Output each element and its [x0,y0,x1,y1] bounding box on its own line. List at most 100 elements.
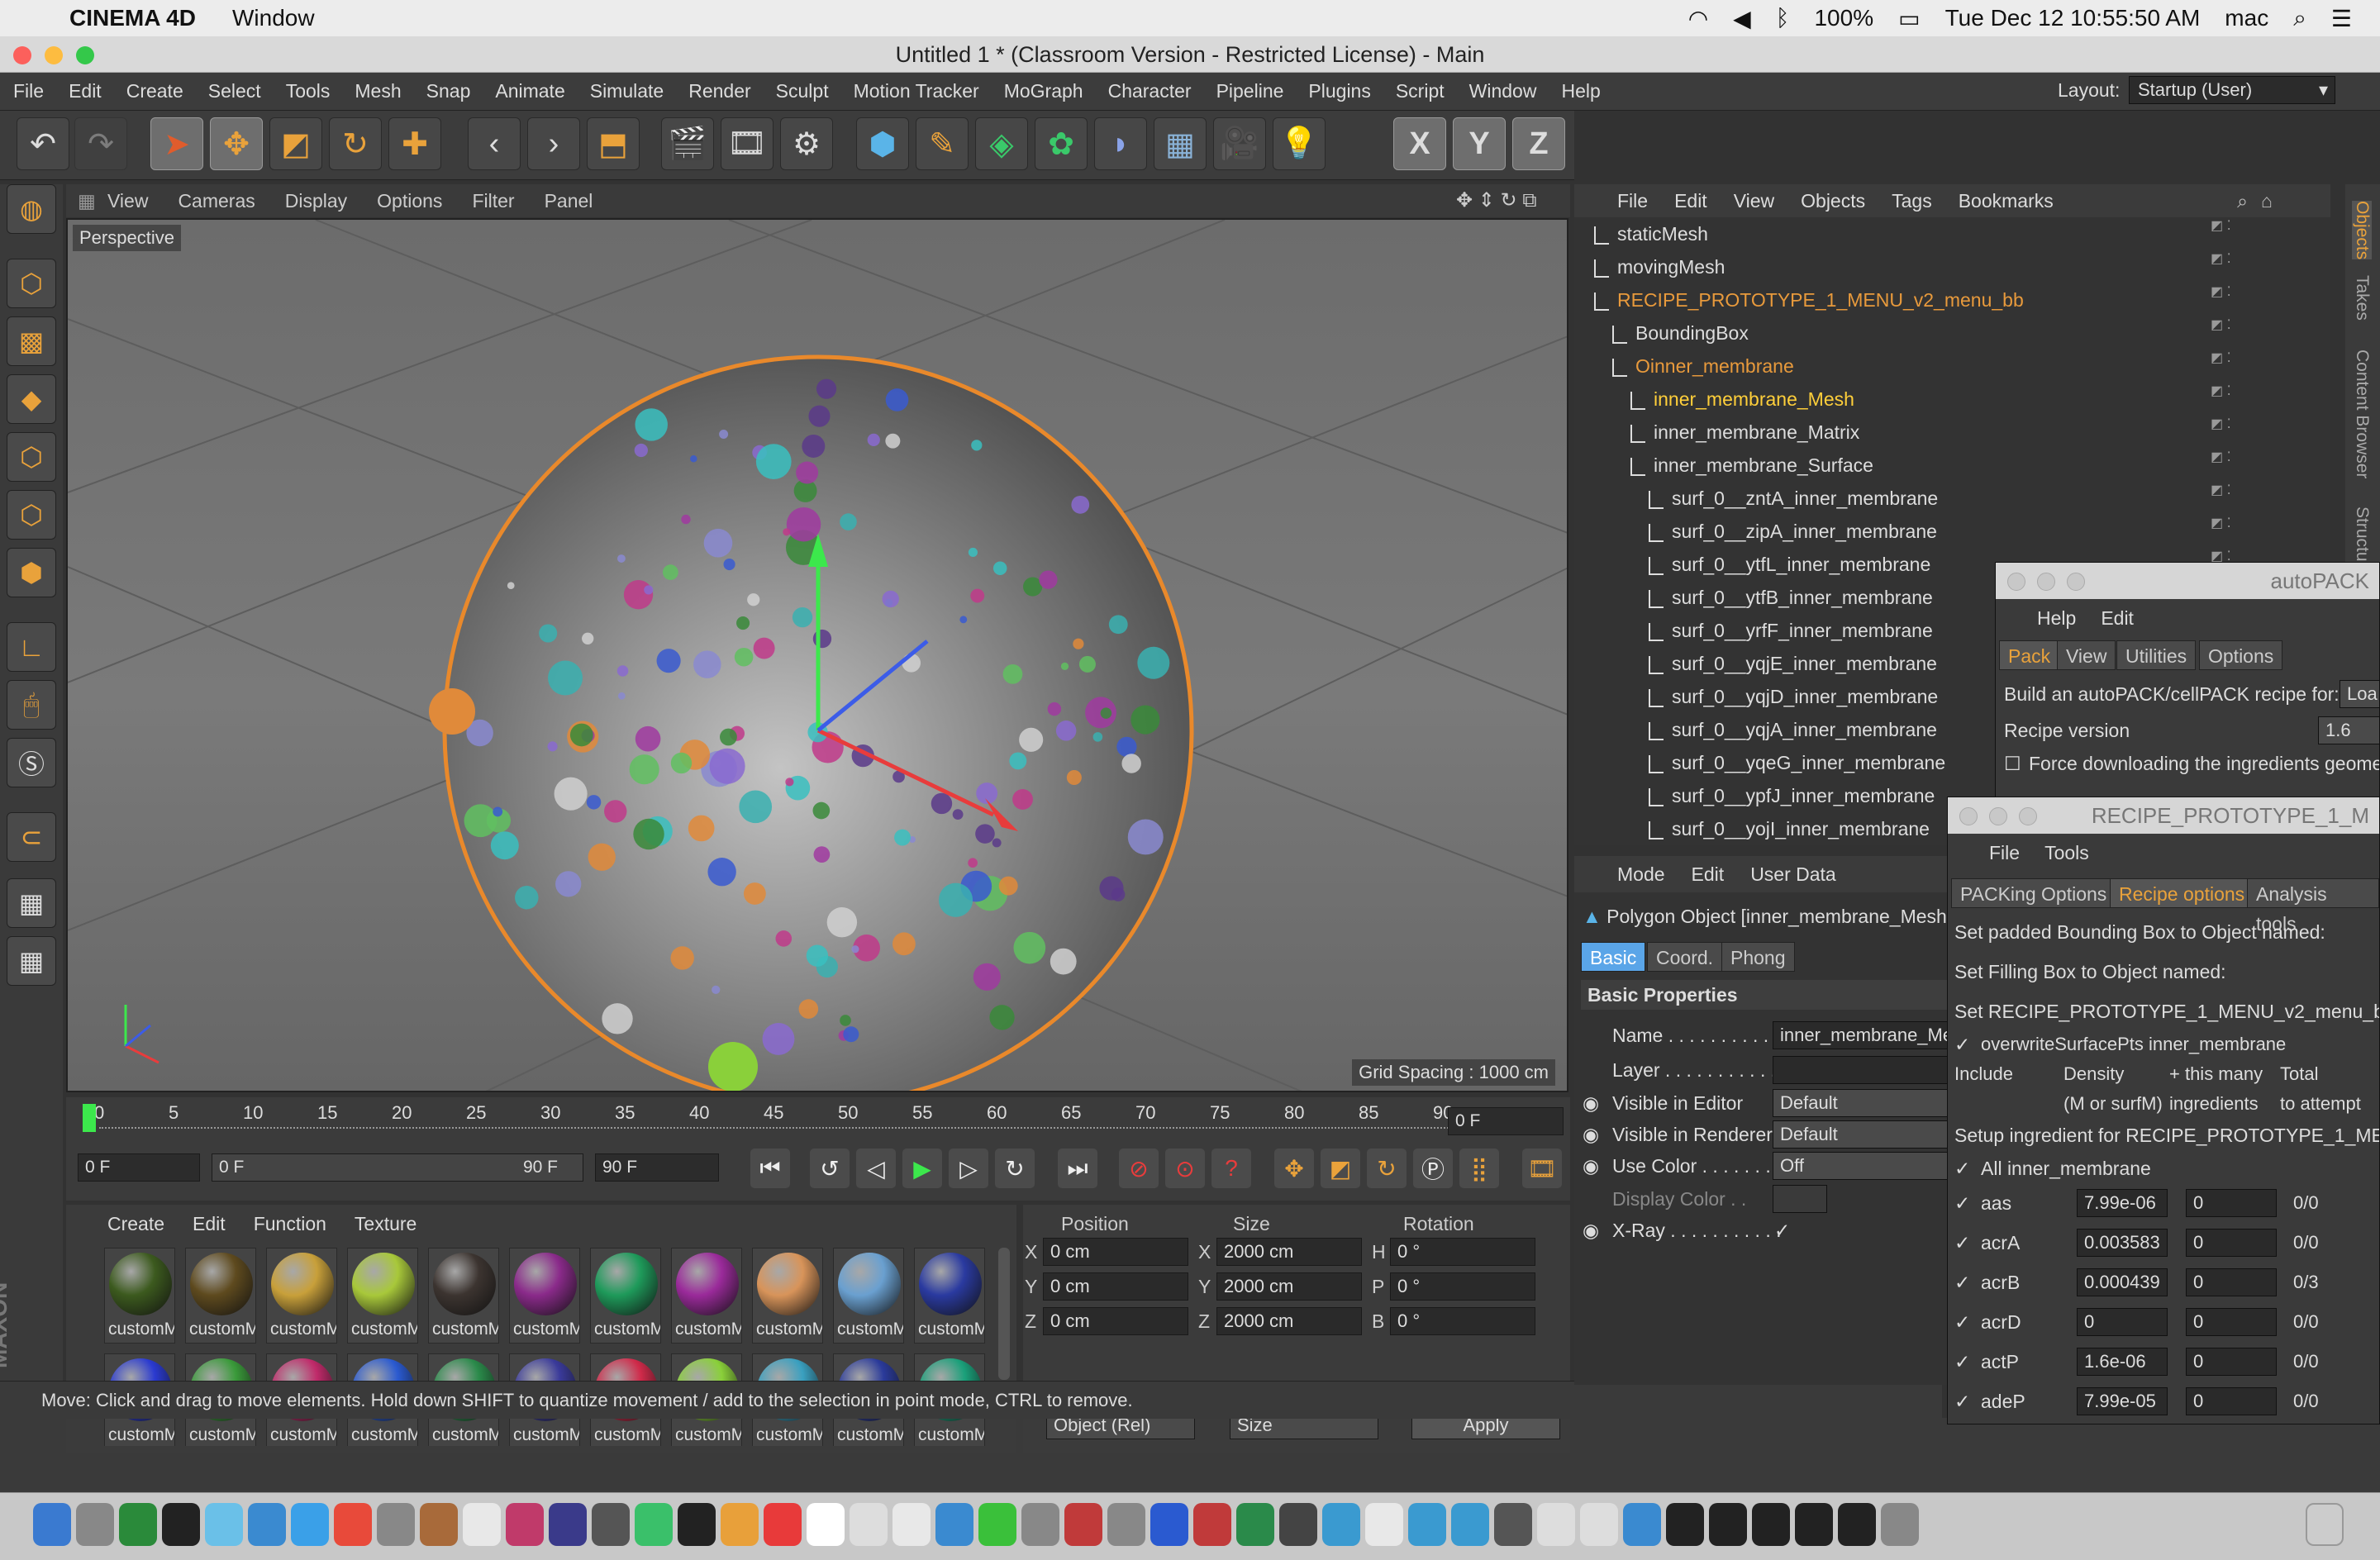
tab-utilities[interactable]: Utilities [2116,640,2197,670]
object-tree-row[interactable]: movingMesh [1574,250,2202,283]
pen-spline-icon[interactable]: ✎ [916,117,969,170]
window-menu[interactable]: Window [232,5,315,31]
object-tree-row[interactable]: inner_membrane_Mesh [1574,383,2202,416]
dock-app-icon[interactable] [549,1503,587,1546]
app-menu-animate[interactable]: Animate [495,80,564,102]
pos-z-field[interactable]: 0 cm [1043,1307,1188,1335]
app-menu-window[interactable]: Window [1469,80,1537,102]
render-settings-icon[interactable]: ⚙ [780,117,833,170]
visible-renderer-select[interactable]: Default [1773,1120,1954,1149]
ingredient-checkbox[interactable]: ✓ [1954,1272,1970,1294]
app-menu-motion-tracker[interactable]: Motion Tracker [854,80,979,102]
material-menu-texture[interactable]: Texture [355,1213,416,1235]
app-menu-create[interactable]: Create [126,80,183,102]
app-menu-script[interactable]: Script [1396,80,1445,102]
pos-y-field[interactable]: 0 cm [1043,1272,1188,1301]
y-axis-lock-button[interactable]: Y [1453,117,1506,170]
search-icon[interactable]: ⌕ [2237,190,2248,212]
material-menu-edit[interactable]: Edit [193,1213,226,1235]
play-icon[interactable]: ▶ [902,1149,942,1188]
material-menu-function[interactable]: Function [254,1213,326,1235]
dock-app-icon[interactable] [377,1503,415,1546]
xray-radio[interactable]: ◉ [1583,1220,1599,1242]
recipe-menu-tools[interactable]: Tools [2044,842,2089,864]
dock-app-icon[interactable] [935,1503,973,1546]
force-download-checkbox[interactable]: ☐ [2004,753,2021,775]
dock-app-icon[interactable] [162,1503,200,1546]
light-icon[interactable]: 💡 [1273,117,1326,170]
clock[interactable]: Tue Dec 12 10:55:50 AM [1945,5,2201,31]
tab-pack[interactable]: Pack [1999,640,2060,670]
key-scale-icon[interactable]: ◩ [1321,1149,1360,1188]
ingredient-checkbox[interactable]: ✓ [1954,1311,1970,1334]
dock-app-icon[interactable] [119,1503,157,1546]
visibility-toggle[interactable]: ◩ ⁚ [2211,416,2231,432]
material-swatch[interactable]: customM [428,1248,499,1344]
object-menu-objects[interactable]: Objects [1801,190,1865,212]
prev-frame-icon[interactable]: ◁ [856,1149,896,1188]
ingredient-checkbox[interactable]: ✓ [1954,1391,1970,1413]
wifi-icon[interactable]: ◠ [1688,5,1708,32]
xray-checkbox[interactable]: ✓ [1774,1220,1790,1242]
ingredient-density-field[interactable]: 0.003583 [2077,1229,2168,1257]
material-swatch[interactable]: customM [104,1248,175,1344]
tab-packing-options[interactable]: PACKing Options [1951,878,2116,908]
use-color-select[interactable]: Off [1773,1152,1954,1180]
deformer-icon[interactable]: ◗ [1094,117,1147,170]
end-frame-field[interactable]: 90 F [595,1153,719,1182]
render-picture-viewer-icon[interactable]: 🎞 [721,117,774,170]
floor-scene-icon[interactable]: ▦ [1154,117,1207,170]
dock-app-icon[interactable] [807,1503,845,1546]
edges-mode-icon[interactable]: ⬡ [7,490,56,540]
visibility-toggle[interactable]: ◩ ⁚ [2211,383,2231,399]
material-swatch[interactable]: customM [914,1248,985,1344]
record-keys-icon[interactable]: ⊘ [1119,1149,1159,1188]
minimize-window-button[interactable] [1989,807,2007,825]
ingredient-checkbox[interactable]: ✓ [1954,1192,1970,1215]
ingredient-density-field[interactable]: 7.99e-06 [2077,1189,2168,1217]
next-frame-icon[interactable]: ▷ [949,1149,988,1188]
ingredient-count-field[interactable]: 0 [2186,1189,2277,1217]
size-z-field[interactable]: 2000 cm [1216,1307,1362,1335]
frame-range-slider[interactable]: 0 F 90 F [212,1153,583,1182]
app-menu-snap[interactable]: Snap [426,80,471,102]
visibility-toggle[interactable]: ◩ ⁚ [2211,515,2231,531]
visible-editor-select[interactable]: Default [1773,1089,1954,1117]
app-menu-simulate[interactable]: Simulate [590,80,664,102]
visibility-toggle[interactable]: ◩ ⁚ [2211,250,2231,267]
material-swatch[interactable]: customM [590,1248,661,1344]
name-field[interactable]: inner_membrane_Mesh [1773,1021,1954,1049]
rot-b-field[interactable]: 0 ° [1390,1307,1535,1335]
snap-icon[interactable]: ⊂ [7,812,56,862]
dock-app-icon[interactable] [334,1503,372,1546]
tab-phong[interactable]: Phong [1721,942,1795,972]
visible-renderer-radio[interactable]: ◉ [1583,1124,1599,1146]
overwrite-checkbox[interactable]: ✓ [1954,1034,1970,1056]
visibility-toggle[interactable]: ◩ ⁚ [2211,316,2231,333]
rotate-tool[interactable]: ↻ [329,117,382,170]
dock-app-icon[interactable] [291,1503,329,1546]
tab-coord[interactable]: Coord. [1647,942,1723,972]
app-menu-plugins[interactable]: Plugins [1308,80,1370,102]
visibility-toggle[interactable]: ◩ ⁚ [2211,449,2231,465]
dock-app-icon[interactable] [463,1503,501,1546]
visibility-toggle[interactable]: ◩ ⁚ [2211,482,2231,498]
size-x-field[interactable]: 2000 cm [1216,1238,1362,1266]
attribute-menu-user-data[interactable]: User Data [1750,863,1836,886]
viewport-nav-icon[interactable]: ✥ ⇕ ↻ ⧉ [1456,188,1536,212]
side-tab-objects[interactable]: Objects [2352,201,2372,260]
viewport-menu-display[interactable]: Display [285,190,347,212]
object-tree-row[interactable]: inner_membrane_Surface [1574,449,2202,482]
object-tree-row[interactable]: RECIPE_PROTOTYPE_1_MENU_v2_menu_bb [1574,283,2202,316]
recipe-menu-file[interactable]: File [1989,842,2020,864]
viewport-menu-filter[interactable]: Filter [472,190,514,212]
visibility-toggle[interactable]: ◩ ⁚ [2211,217,2231,234]
scale-tool[interactable]: ◩ [269,117,322,170]
tab-basic[interactable]: Basic [1581,942,1646,972]
app-menu-render[interactable]: Render [688,80,750,102]
dock-app-icon[interactable] [1623,1503,1661,1546]
close-window-button[interactable] [1959,807,1978,825]
app-menu-select[interactable]: Select [208,80,261,102]
dock-app-icon[interactable] [1322,1503,1360,1546]
viewport-menu-cameras[interactable]: Cameras [178,190,255,212]
